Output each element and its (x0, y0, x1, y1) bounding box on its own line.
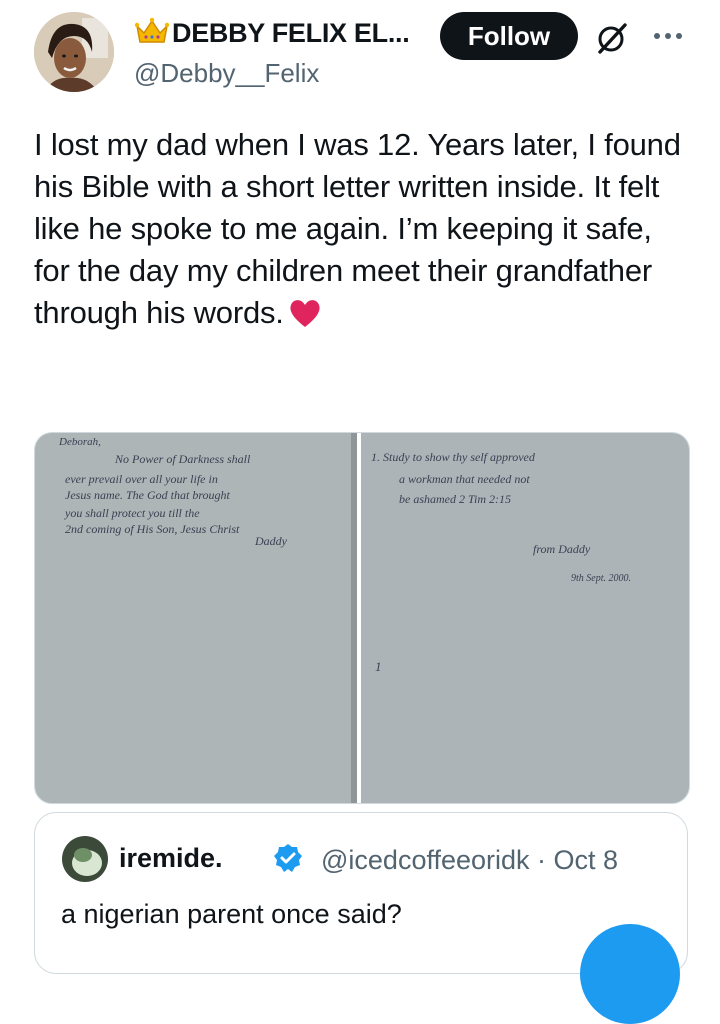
post-media[interactable]: Deborah, No Power of Darkness shall ever… (34, 432, 690, 804)
letter-line: ever prevail over all your life in (65, 472, 218, 486)
letter-line: you shall protect you till the (64, 506, 200, 520)
photo-left-page[interactable]: Deborah, No Power of Darkness shall ever… (35, 433, 357, 803)
letter-signature: from Daddy (533, 542, 591, 556)
letter-line: be ashamed 2 Tim 2:15 (399, 492, 511, 506)
post-body: I lost my dad when I was 12. Years later… (34, 127, 681, 330)
letter-date: 9th Sept. 2000. (571, 573, 631, 584)
page-number: 1 (375, 659, 382, 674)
quote-avatar[interactable] (61, 835, 109, 883)
more-options-icon[interactable] (650, 24, 686, 48)
post-text: I lost my dad when I was 12. Years later… (34, 124, 694, 334)
follow-button[interactable]: Follow (440, 12, 578, 60)
grok-icon[interactable] (594, 20, 630, 56)
letter-line: a workman that needed not (399, 472, 530, 486)
letter-line: Jesus name. The God that brought (65, 488, 231, 502)
letter-line: 2nd coming of His Son, Jesus Christ (65, 522, 240, 536)
photo-right-page[interactable]: 1. Study to show thy self approved a wor… (361, 433, 689, 803)
crown-icon (134, 16, 170, 46)
compose-button[interactable] (580, 924, 680, 1024)
letter-salutation: Deborah, (58, 436, 101, 448)
quote-author-name[interactable]: iremide. (119, 843, 223, 874)
verified-badge-icon (273, 843, 303, 873)
heart-icon (288, 297, 322, 329)
quote-handle-date[interactable]: @icedcoffeeoridk · Oct 8 (321, 845, 618, 876)
profile-photo (34, 12, 114, 92)
letter-line: No Power of Darkness shall (114, 452, 251, 466)
author-handle[interactable]: @Debby__Felix (134, 58, 319, 89)
letter-line: 1. Study to show thy self approved (371, 450, 536, 464)
quote-text: a nigerian parent once said? (61, 899, 402, 929)
post-header: DEBBY FELIX EL... @Debby__Felix Follow (0, 0, 720, 100)
author-avatar[interactable] (34, 12, 114, 92)
letter-signature: Daddy (254, 534, 288, 548)
author-display-name[interactable]: DEBBY FELIX EL... (172, 18, 410, 49)
